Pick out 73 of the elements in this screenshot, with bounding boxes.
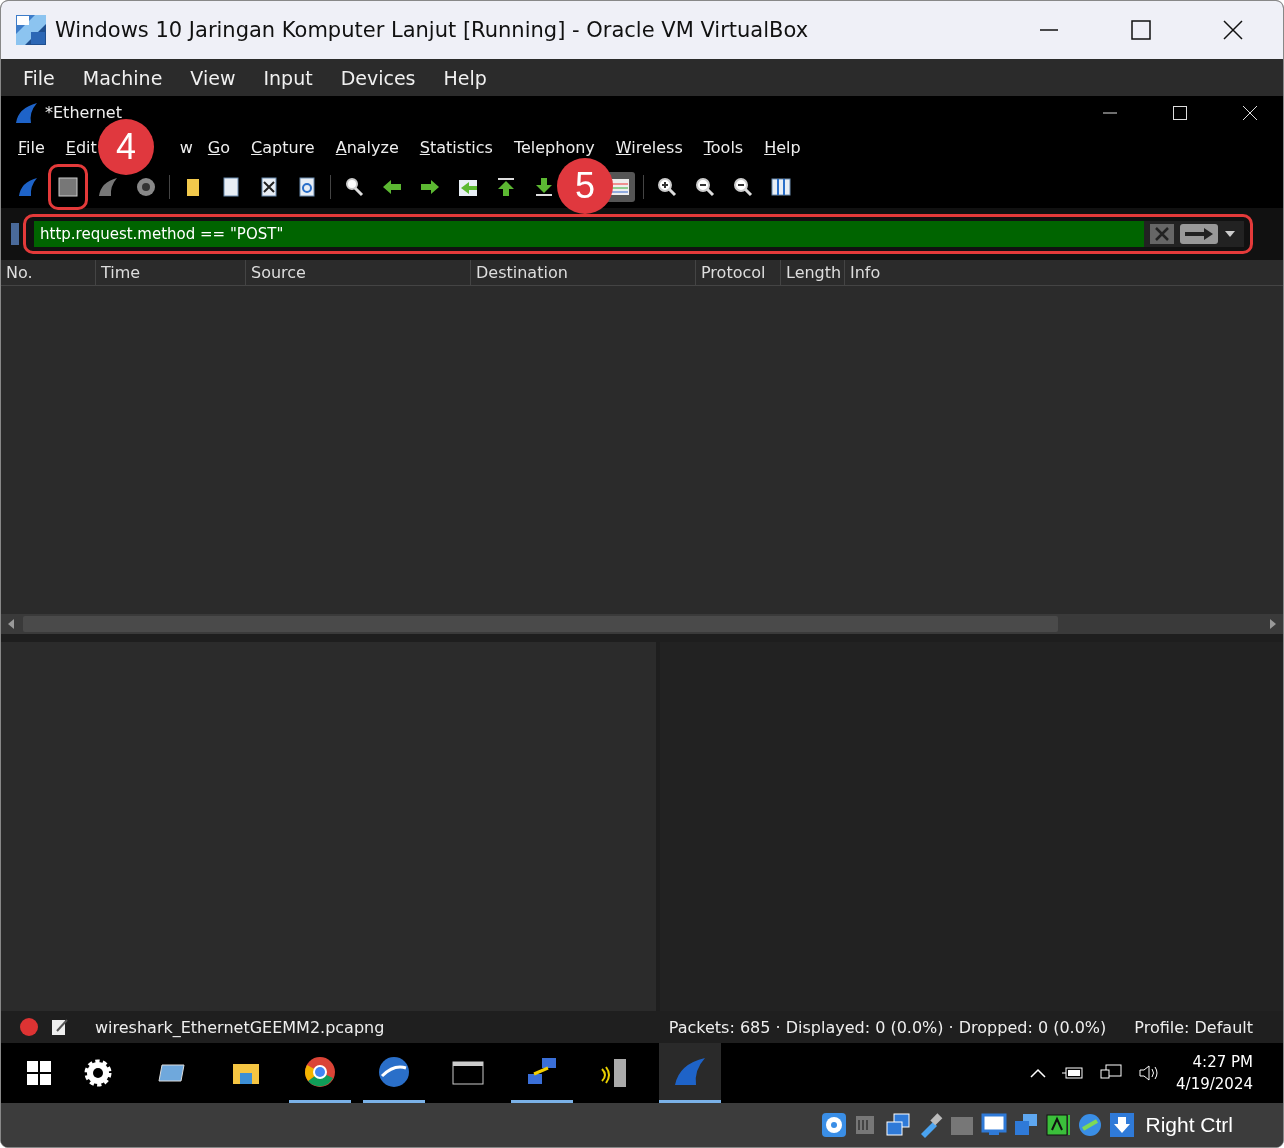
menu-item[interactable]: Statistics: [419, 138, 493, 157]
virtual-machine-icon: [15, 14, 47, 46]
dropdown-icon[interactable]: [1224, 230, 1236, 238]
zoom-out-icon[interactable]: [694, 176, 716, 198]
menu-item[interactable]: Go: [207, 138, 231, 157]
menu-item[interactable]: Machine: [82, 66, 163, 89]
download-icon[interactable]: [1109, 1112, 1136, 1138]
menu-item[interactable]: Input: [263, 66, 313, 89]
menu-item[interactable]: Telephony: [513, 138, 595, 157]
splitter-handle[interactable]: [1, 634, 1283, 642]
restart-icon[interactable]: [97, 176, 119, 198]
display-filter-field[interactable]: http.request.method == "POST": [34, 221, 1244, 247]
column-header[interactable]: Protocol: [696, 260, 781, 285]
stop-icon[interactable]: [57, 176, 79, 198]
network-icon[interactable]: [885, 1112, 912, 1138]
resize-icon[interactable]: [770, 176, 792, 198]
monitor-icon[interactable]: [1100, 1064, 1123, 1082]
options-icon[interactable]: [135, 176, 157, 198]
status-text[interactable]: Profile: Default: [1134, 1017, 1253, 1037]
window-title: Windows 10 Jaringan Komputer Lanjut [Running] - Oracle VM VirtualBox: [55, 18, 809, 42]
last-icon[interactable]: [533, 176, 555, 198]
sync-icon[interactable]: [1077, 1112, 1104, 1138]
column-header[interactable]: Source: [246, 260, 471, 285]
clear-icon[interactable]: [1150, 224, 1174, 244]
step-badge: 5: [557, 158, 613, 214]
record-icon: [19, 1017, 39, 1037]
menu-item[interactable]: Edit: [65, 138, 97, 157]
menu-item[interactable]: File: [23, 66, 55, 89]
menu-item[interactable]: Devices: [340, 66, 416, 89]
host-key-label: Right Ctrl: [1145, 1113, 1233, 1137]
window-title: *Ethernet: [45, 103, 122, 122]
scroll-left-icon[interactable]: [7, 619, 15, 629]
start-icon[interactable]: [27, 1061, 51, 1085]
arrow-right-icon[interactable]: [1180, 224, 1218, 244]
status-text: wireshark_EthernetGEEMM2.pcapng: [95, 1017, 385, 1037]
column-header[interactable]: Info: [845, 260, 1245, 285]
colorize-icon[interactable]: [609, 176, 631, 198]
first-icon[interactable]: [495, 176, 517, 198]
menu-item[interactable]: Tools: [703, 138, 744, 157]
clock-date: 4/19/2024: [1176, 1075, 1253, 1093]
column-header[interactable]: Destination: [471, 260, 696, 285]
zoom-reset-icon[interactable]: [732, 176, 754, 198]
battery-icon[interactable]: [1062, 1066, 1085, 1080]
fin-icon: [15, 101, 39, 124]
scroll-right-icon[interactable]: [1269, 619, 1277, 629]
close-icon[interactable]: [1223, 20, 1243, 40]
column-header[interactable]: Time: [96, 260, 246, 285]
windows-icon[interactable]: [1013, 1112, 1040, 1138]
display-icon[interactable]: [981, 1112, 1008, 1138]
menu-item[interactable]: w: [179, 138, 193, 157]
speaker-icon[interactable]: [1138, 1064, 1161, 1082]
close-icon[interactable]: [258, 176, 280, 198]
column-header[interactable]: Length: [781, 260, 845, 285]
menu-item[interactable]: Analyze: [335, 138, 399, 157]
save-icon[interactable]: [220, 176, 242, 198]
find-icon[interactable]: [343, 176, 365, 198]
step-badge: 4: [98, 119, 154, 175]
status-text: Packets: 685 · Displayed: 0 (0.0%) · Dropped: 0 (0.0%): [668, 1017, 1107, 1037]
maximize-icon[interactable]: [1131, 20, 1151, 40]
start-icon[interactable]: [17, 176, 39, 198]
recording-icon[interactable]: [1045, 1112, 1072, 1138]
menu-item[interactable]: Help: [764, 138, 801, 157]
reload-icon[interactable]: [296, 176, 318, 198]
clock-time: 4:27 PM: [1192, 1053, 1253, 1071]
menu-item[interactable]: Wireless: [615, 138, 683, 157]
menu-item[interactable]: Capture: [251, 138, 315, 157]
zoom-in-icon[interactable]: [656, 176, 678, 198]
note-icon[interactable]: [51, 1018, 69, 1036]
menu-item[interactable]: Help: [443, 66, 487, 89]
column-header[interactable]: No.: [1, 260, 96, 285]
menu-item[interactable]: File: [18, 138, 45, 157]
menu-item[interactable]: View: [190, 66, 236, 89]
chevron-up-icon[interactable]: [1030, 1068, 1047, 1078]
